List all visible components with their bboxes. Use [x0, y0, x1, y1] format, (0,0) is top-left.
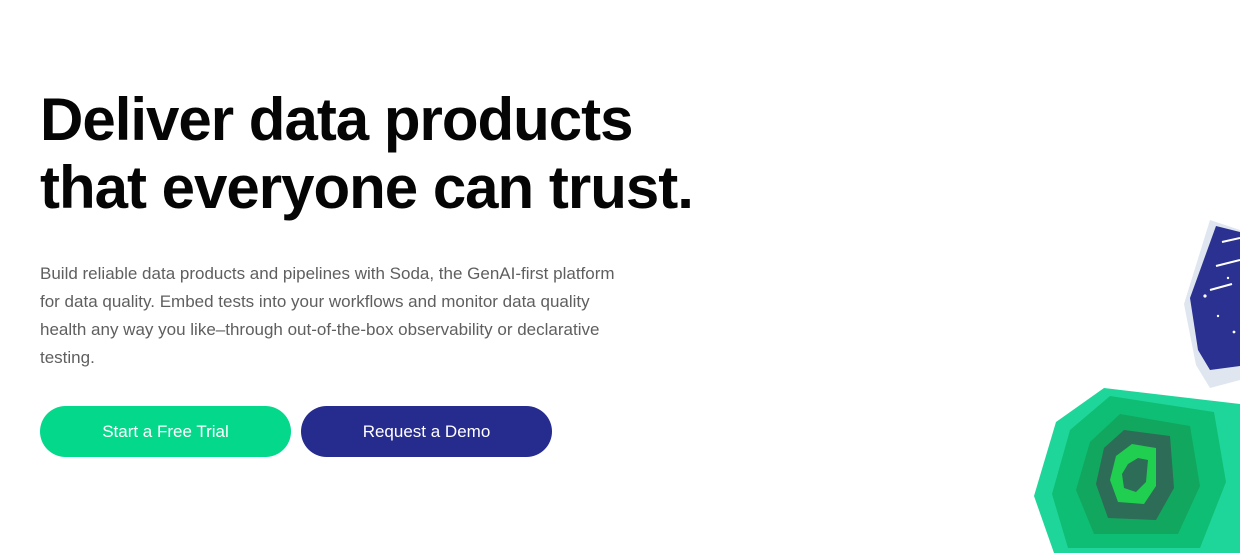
hero-title-line-1: Deliver data products — [40, 86, 634, 153]
navy-hexagon-graphic — [1184, 220, 1240, 388]
green-contour-hexagon-graphic — [1034, 388, 1240, 553]
hero-title-line-2: that everyone can trust. — [40, 154, 694, 221]
request-demo-button[interactable]: Request a Demo — [301, 406, 552, 457]
hero-title: Deliver data products that everyone can … — [40, 86, 760, 222]
hero-section: Deliver data products that everyone can … — [40, 86, 760, 372]
hero-description: Build reliable data products and pipelin… — [40, 264, 615, 367]
start-free-trial-button[interactable]: Start a Free Trial — [40, 406, 291, 457]
cta-buttons: Start a Free Trial Request a Demo — [40, 406, 552, 457]
